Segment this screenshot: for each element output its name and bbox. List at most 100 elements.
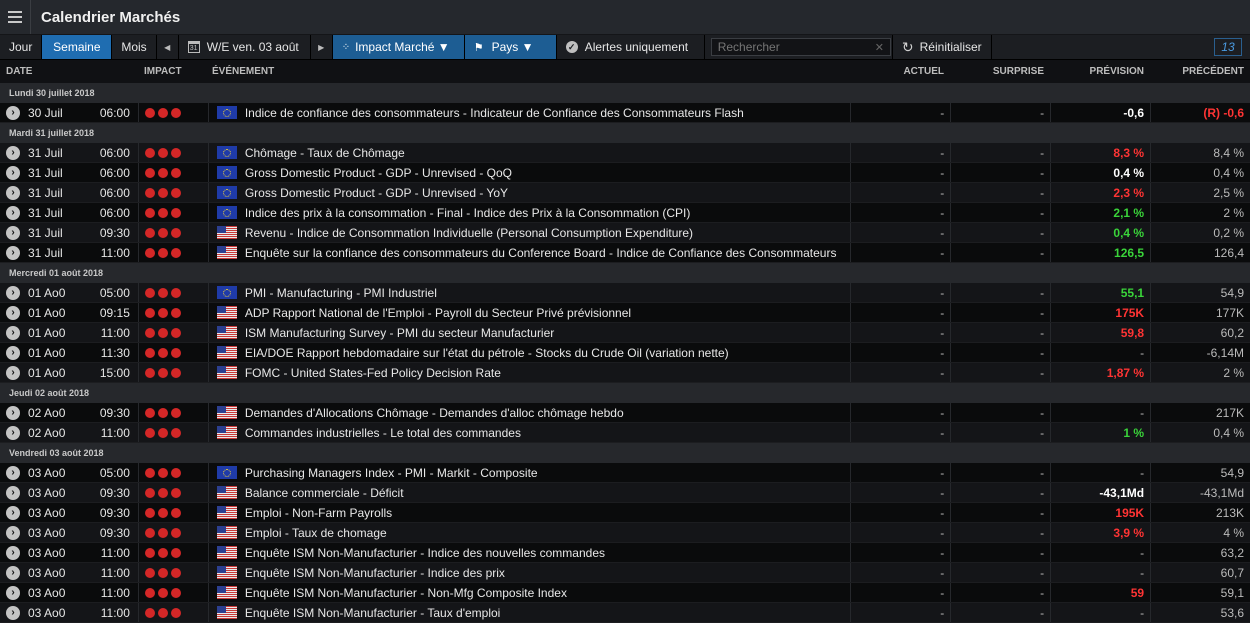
alerts-only-toggle[interactable]: ✓ Alertes uniquement	[557, 35, 705, 59]
expand-icon[interactable]: ›	[6, 485, 20, 500]
event-name[interactable]: Enquête sur la confiance des consommateu…	[245, 246, 851, 260]
date-picker[interactable]: 31 W/E ven. 03 août	[179, 35, 311, 59]
event-name[interactable]: Enquête ISM Non-Manufacturier - Indice d…	[245, 566, 851, 580]
expand-icon[interactable]: ›	[6, 345, 20, 360]
event-name[interactable]: ADP Rapport National de l'Emploi - Payro…	[245, 306, 851, 320]
table-row[interactable]: › 02 Ao0 09:30 Demandes d'Allocations Chôma…	[0, 403, 1250, 423]
impact-cell	[137, 583, 208, 602]
table-row[interactable]: › 01 Ao0 11:30 EIA/DOE Rapport hebdomadaire…	[0, 343, 1250, 363]
table-row[interactable]: › 01 Ao0 09:15 ADP Rapport National de l'Em…	[0, 303, 1250, 323]
date-cell: › 03 Ao0 09:30	[0, 505, 138, 520]
table-row[interactable]: › 01 Ao0 15:00 FOMC - United States-Fed Pol…	[0, 363, 1250, 383]
event-name[interactable]: Chômage - Taux de Chômage	[245, 146, 851, 160]
event-name[interactable]: Balance commerciale - Déficit	[245, 486, 851, 500]
col-surprise[interactable]: SURPRISE	[950, 66, 1050, 77]
table-row[interactable]: › 01 Ao0 05:00 PMI - Manufacturing - PMI In…	[0, 283, 1250, 303]
event-name[interactable]: Gross Domestic Product - GDP - Unrevised…	[245, 166, 851, 180]
view-day-button[interactable]: Jour	[0, 35, 43, 59]
hamburger-menu-icon[interactable]	[0, 0, 31, 34]
reset-button[interactable]: ↻ Réinitialiser	[891, 35, 992, 59]
event-name[interactable]: Revenu - Indice de Consommation Individu…	[245, 226, 851, 240]
event-name[interactable]: Purchasing Managers Index - PMI - Markit…	[245, 466, 851, 480]
expand-icon[interactable]: ›	[6, 185, 20, 200]
event-name[interactable]: Indice de confiance des consommateurs - …	[245, 106, 851, 120]
expand-icon[interactable]: ›	[6, 225, 20, 240]
table-row[interactable]: › 03 Ao0 09:30 Emploi - Non-Farm Payrolls - -…	[0, 503, 1250, 523]
event-name[interactable]: ISM Manufacturing Survey - PMI du secteu…	[245, 326, 851, 340]
table-row[interactable]: › 03 Ao0 05:00 Purchasing Managers Index - …	[0, 463, 1250, 483]
expand-icon[interactable]: ›	[6, 505, 20, 520]
table-row[interactable]: › 03 Ao0 09:30 Balance commerciale - Défici…	[0, 483, 1250, 503]
expand-icon[interactable]: ›	[6, 365, 20, 380]
forecast-value: 8,3 %	[1050, 143, 1150, 162]
event-name[interactable]: Emploi - Taux de chomage	[245, 526, 851, 540]
previous-value: 0,4 %	[1150, 163, 1250, 182]
expand-icon[interactable]: ›	[6, 465, 20, 480]
event-name[interactable]: FOMC - United States-Fed Policy Decision…	[245, 366, 851, 380]
table-row[interactable]: › 03 Ao0 09:30 Emploi - Taux de chomage - -3,…	[0, 523, 1250, 543]
previous-value: 126,4	[1150, 243, 1250, 262]
expand-icon[interactable]: ›	[6, 105, 20, 120]
expand-icon[interactable]: ›	[6, 325, 20, 340]
previous-period-button[interactable]: ◀	[157, 35, 179, 59]
next-period-button[interactable]: ▶	[311, 35, 333, 59]
expand-icon[interactable]: ›	[6, 605, 20, 620]
event-name[interactable]: Commandes industrielles - Le total des c…	[245, 426, 851, 440]
eu-flag-icon	[216, 466, 237, 479]
col-prevision[interactable]: PRÉVISION	[1050, 66, 1150, 77]
col-event[interactable]: ÉVÉNEMENT	[208, 66, 850, 77]
event-name[interactable]: Indice des prix à la consommation - Fina…	[245, 206, 851, 220]
table-row[interactable]: › 30 Juil 06:00 Indice de confiance des con…	[0, 103, 1250, 123]
table-row[interactable]: › 03 Ao0 11:00 Enquête ISM Non-Manufacturie…	[0, 563, 1250, 583]
table-row[interactable]: › 02 Ao0 11:00 Commandes industrielles - Le…	[0, 423, 1250, 443]
table-row[interactable]: › 01 Ao0 11:00 ISM Manufacturing Survey - P…	[0, 323, 1250, 343]
view-month-button[interactable]: Mois	[112, 35, 157, 59]
clear-search-icon[interactable]: ✕	[875, 41, 884, 54]
event-name[interactable]: Enquête ISM Non-Manufacturier - Taux d'e…	[245, 606, 851, 620]
expand-icon[interactable]: ›	[6, 545, 20, 560]
forecast-value: -	[1050, 463, 1150, 482]
event-name[interactable]: Enquête ISM Non-Manufacturier - Indice d…	[245, 546, 851, 560]
table-row[interactable]: › 31 Juil 06:00 Indice des prix à la consom…	[0, 203, 1250, 223]
table-row[interactable]: › 03 Ao0 11:00 Enquête ISM Non-Manufacturie…	[0, 603, 1250, 623]
table-row[interactable]: › 31 Juil 06:00 Gross Domestic Product - GD…	[0, 163, 1250, 183]
expand-icon[interactable]: ›	[6, 145, 20, 160]
expand-icon[interactable]: ›	[6, 585, 20, 600]
table-row[interactable]: › 03 Ao0 11:00 Enquête ISM Non-Manufacturie…	[0, 583, 1250, 603]
impact-cell	[137, 183, 208, 202]
expand-icon[interactable]: ›	[6, 285, 20, 300]
event-name[interactable]: Emploi - Non-Farm Payrolls	[245, 506, 851, 520]
impact-cell	[137, 323, 208, 342]
table-row[interactable]: › 31 Juil 06:00 Gross Domestic Product - GD…	[0, 183, 1250, 203]
table-row[interactable]: › 03 Ao0 11:00 Enquête ISM Non-Manufacturie…	[0, 543, 1250, 563]
expand-icon[interactable]: ›	[6, 205, 20, 220]
expand-icon[interactable]: ›	[6, 165, 20, 180]
event-name[interactable]: Enquête ISM Non-Manufacturier - Non-Mfg …	[245, 586, 851, 600]
expand-icon[interactable]: ›	[6, 565, 20, 580]
refresh-icon: ↻	[901, 38, 914, 55]
event-name[interactable]: Gross Domestic Product - GDP - Unrevised…	[245, 186, 851, 200]
table-row[interactable]: › 31 Juil 06:00 Chômage - Taux de Chômage - -…	[0, 143, 1250, 163]
col-date[interactable]: DATE	[0, 66, 138, 77]
expand-icon[interactable]: ›	[6, 405, 20, 420]
expand-icon[interactable]: ›	[6, 525, 20, 540]
impact-dot-icon	[144, 327, 155, 338]
country-filter-dropdown[interactable]: ⚑ Pays ▼	[464, 35, 557, 59]
event-name[interactable]: EIA/DOE Rapport hebdomadaire sur l'état …	[245, 346, 851, 360]
view-week-button[interactable]: Semaine	[42, 35, 113, 59]
table-row[interactable]: › 31 Juil 11:00 Enquête sur la confiance de…	[0, 243, 1250, 263]
table-row[interactable]: › 31 Juil 09:30 Revenu - Indice de Consomma…	[0, 223, 1250, 243]
event-name[interactable]: PMI - Manufacturing - PMI Industriel	[245, 286, 851, 300]
surprise-value: -	[950, 103, 1050, 122]
check-circle-icon: ✓	[565, 41, 578, 53]
expand-icon[interactable]: ›	[6, 425, 20, 440]
col-actuel[interactable]: ACTUEL	[850, 66, 950, 77]
impact-filter-dropdown[interactable]: ⁘ Impact Marché ▼	[332, 35, 465, 59]
col-precedent[interactable]: PRÉCÉDENT	[1150, 66, 1250, 77]
col-impact[interactable]: IMPACT	[138, 66, 208, 77]
country-cell	[207, 403, 245, 422]
expand-icon[interactable]: ›	[6, 305, 20, 320]
expand-icon[interactable]: ›	[6, 245, 20, 260]
event-name[interactable]: Demandes d'Allocations Chômage - Demande…	[245, 406, 851, 420]
search-input[interactable]	[710, 38, 891, 56]
